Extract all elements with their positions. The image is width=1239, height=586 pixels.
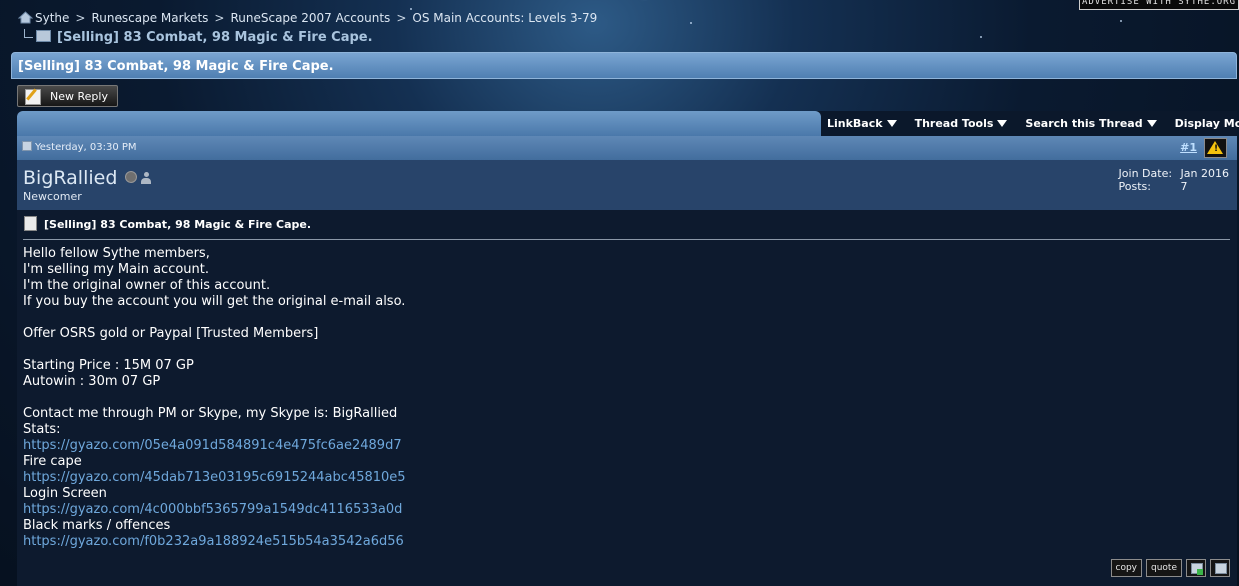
- breadcrumb-os-main-accounts[interactable]: OS Main Accounts: Levels 3-79: [412, 11, 597, 25]
- message-line: Login Screen: [23, 486, 107, 501]
- breadcrumb-separator: >: [75, 11, 86, 25]
- join-date-value: Jan 2016: [1180, 167, 1229, 180]
- post-icon: [22, 141, 32, 151]
- black-marks-link[interactable]: https://gyazo.com/f0b232a9a188924e515b54…: [23, 534, 406, 550]
- message-line: [23, 390, 406, 406]
- thread-tools-menu: LinkBack Thread Tools Search this Thread Di…: [827, 117, 1239, 130]
- message-line: I'm selling my Main account.: [23, 262, 210, 277]
- divider: [23, 239, 1230, 240]
- quote-button[interactable]: quote: [1146, 559, 1182, 577]
- message-line: Starting Price : 15M 07 GP: [23, 358, 194, 373]
- multi-quote-button[interactable]: [1186, 559, 1206, 577]
- background-star: [410, 8, 412, 10]
- breadcrumb-runescape-markets[interactable]: Runescape Markets: [91, 11, 208, 25]
- post-date-text: Yesterday, 03:30 PM: [35, 142, 137, 153]
- caret-down-icon: [1146, 120, 1157, 127]
- thread-title: [Selling] 83 Combat, 98 Magic & Fire Cap…: [18, 59, 334, 74]
- caret-down-icon: [886, 120, 897, 127]
- post-header: Yesterday, 03:30 PM #1 !: [17, 136, 1237, 160]
- document-icon: [24, 216, 37, 231]
- advertise-banner[interactable]: ADVERTISE WITH SYTHE.ORG: [1079, 0, 1239, 10]
- breadcrumb-runescape-2007-accounts[interactable]: RuneScape 2007 Accounts: [230, 11, 390, 25]
- background-star: [690, 22, 692, 24]
- fire-cape-link[interactable]: https://gyazo.com/45dab713e03195c6915244…: [23, 470, 406, 486]
- quick-reply-icon: [1215, 563, 1227, 574]
- warning-exclamation: !: [1214, 144, 1219, 154]
- linkback-label: LinkBack: [827, 117, 883, 130]
- user-info: BigRallied Newcomer Join Date: Jan 2016 P…: [17, 160, 1237, 210]
- breadcrumb-current-title: [Selling] 83 Combat, 98 Magic & Fire Cap…: [57, 30, 373, 45]
- new-reply-button[interactable]: New Reply: [17, 85, 118, 107]
- background-star: [1120, 20, 1122, 22]
- username-block: BigRallied: [23, 167, 152, 189]
- message-line: Black marks / offences: [23, 518, 171, 533]
- username[interactable]: BigRallied: [23, 167, 117, 189]
- post-message: Hello fellow Sythe members, I'm selling m…: [23, 246, 406, 550]
- copy-button[interactable]: copy: [1110, 559, 1142, 577]
- post-number-link[interactable]: #1: [1180, 141, 1197, 154]
- user-stats: Join Date: Jan 2016 Posts: 7: [1119, 167, 1229, 193]
- breadcrumb: Sythe > Runescape Markets > RuneScape 2007 A…: [18, 11, 597, 25]
- message-line: Fire cape: [23, 454, 82, 469]
- message-line: Hello fellow Sythe members,: [23, 246, 210, 261]
- caret-down-icon: [997, 120, 1008, 127]
- user-profile-icon[interactable]: [141, 172, 152, 184]
- new-reply-label: New Reply: [50, 90, 108, 103]
- stats-link[interactable]: https://gyazo.com/05e4a091d584891c4e475f…: [23, 438, 406, 454]
- linkback-menu[interactable]: LinkBack: [827, 117, 897, 130]
- user-rank: Newcomer: [23, 190, 82, 203]
- breadcrumb-separator: >: [396, 11, 407, 25]
- offline-status-icon: [125, 171, 138, 183]
- background-star: [980, 36, 982, 38]
- background-streak: [639, 0, 951, 2]
- message-line: [23, 310, 406, 326]
- posts-label: Posts:: [1118, 180, 1151, 193]
- join-date-label: Join Date:: [1118, 167, 1173, 180]
- post-body: [Selling] 83 Combat, 98 Magic & Fire Cap…: [17, 210, 1237, 586]
- report-post-button[interactable]: !: [1204, 138, 1227, 158]
- post-container: LinkBack Thread Tools Search this Thread Di…: [17, 111, 1239, 586]
- message-line: Autowin : 30m 07 GP: [23, 374, 161, 389]
- message-line: [23, 342, 406, 358]
- home-icon[interactable]: [18, 11, 33, 24]
- display-modes-label: Display Modes: [1174, 117, 1239, 130]
- search-thread-dropdown[interactable]: Search this Thread: [1025, 117, 1157, 130]
- post-date: Yesterday, 03:30 PM: [22, 141, 137, 153]
- tree-connector-icon: [24, 29, 33, 38]
- login-screen-link[interactable]: https://gyazo.com/4c000bbf5365799a1549dc…: [23, 502, 406, 518]
- display-modes-dropdown[interactable]: Display Modes: [1175, 117, 1239, 130]
- breadcrumb-sythe[interactable]: Sythe: [35, 11, 69, 25]
- message-line: I'm the original owner of this account.: [23, 278, 271, 293]
- thread-title-bar: [Selling] 83 Combat, 98 Magic & Fire Cap…: [11, 52, 1237, 79]
- message-line: If you buy the account you will get the …: [23, 294, 406, 309]
- thread-icon: [36, 30, 51, 42]
- search-thread-label: Search this Thread: [1025, 117, 1143, 130]
- message-line: Offer OSRS gold or Paypal [Trusted Membe…: [23, 326, 319, 341]
- new-reply-icon: [25, 89, 41, 105]
- thread-tools-dropdown[interactable]: Thread Tools: [915, 117, 1008, 130]
- message-line: Contact me through PM or Skype, my Skype…: [23, 406, 398, 421]
- plus-icon: [1197, 569, 1203, 575]
- message-line: Stats:: [23, 422, 61, 437]
- tools-bar-tab: [17, 111, 821, 136]
- post-title: [Selling] 83 Combat, 98 Magic & Fire Cap…: [24, 216, 311, 231]
- thread-tools-label: Thread Tools: [914, 117, 994, 130]
- thread-tools-bar: LinkBack Thread Tools Search this Thread Di…: [17, 111, 1239, 136]
- breadcrumb-current: [Selling] 83 Combat, 98 Magic & Fire Cap…: [24, 29, 373, 45]
- post-title-text: [Selling] 83 Combat, 98 Magic & Fire Cap…: [44, 218, 312, 231]
- quick-reply-button[interactable]: [1210, 559, 1230, 577]
- breadcrumb-separator: >: [214, 11, 225, 25]
- post-actions: copy quote: [1107, 559, 1230, 578]
- posts-value: 7: [1180, 180, 1188, 193]
